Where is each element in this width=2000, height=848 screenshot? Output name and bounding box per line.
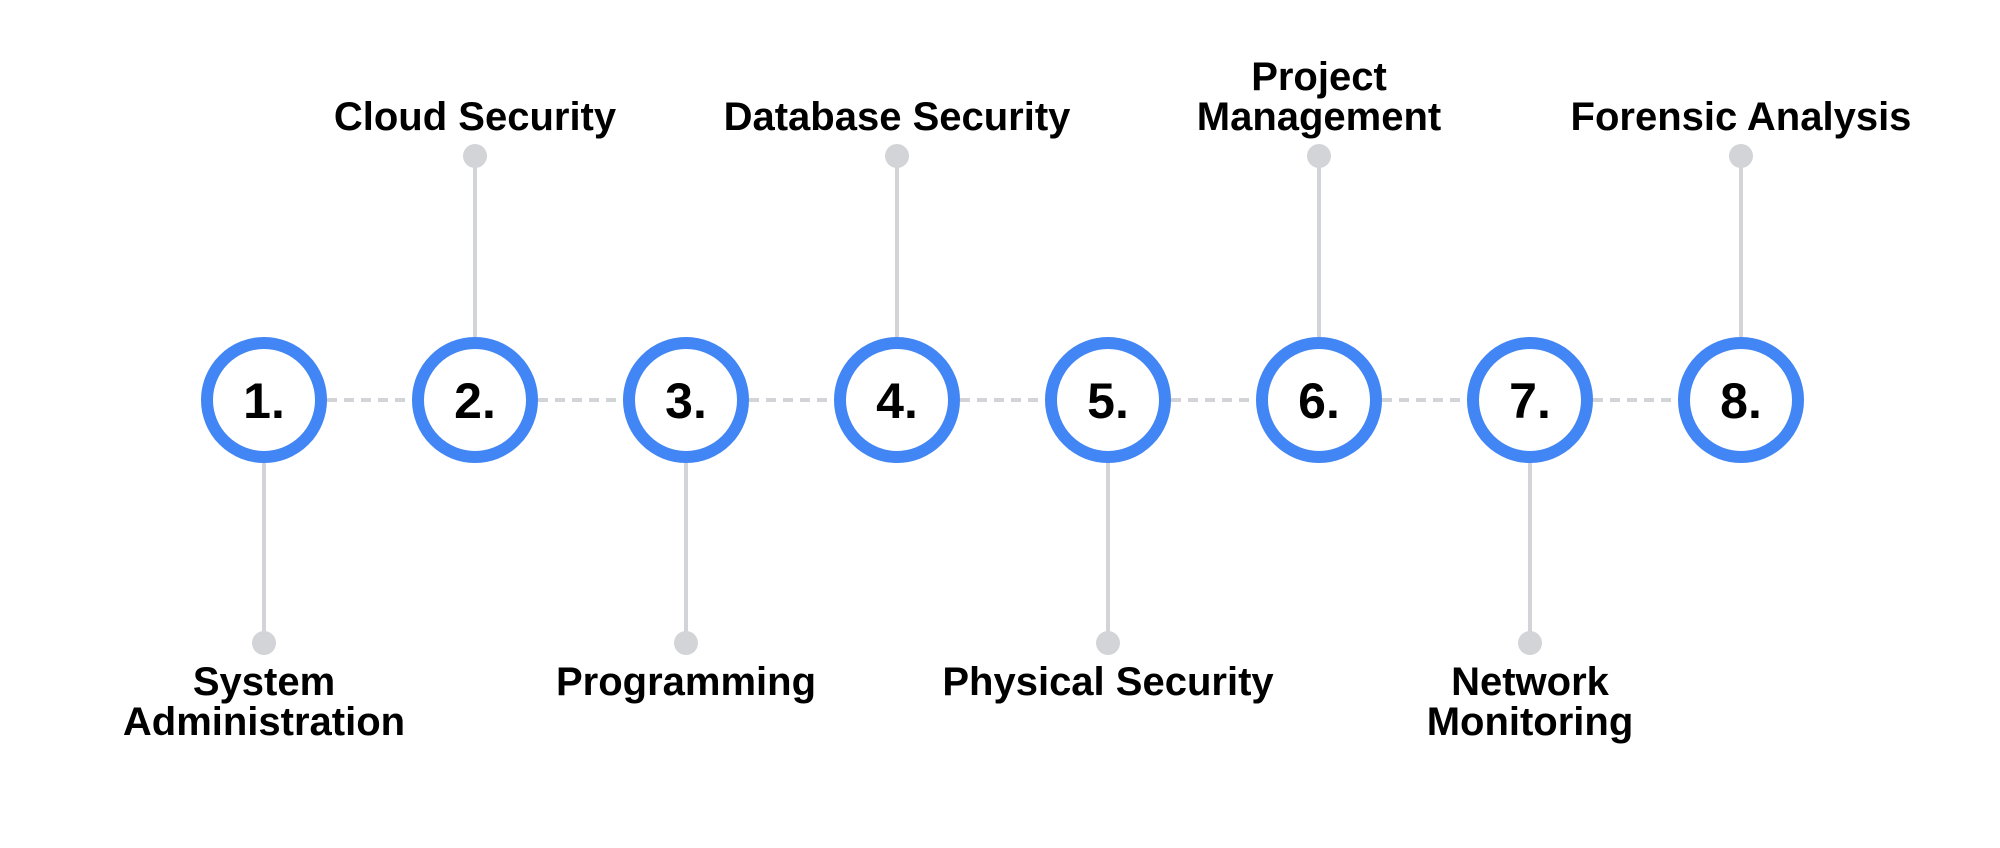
step-label: Administration — [123, 700, 405, 744]
step-label: Monitoring — [1427, 700, 1634, 744]
connector-dot-icon — [463, 144, 487, 168]
step-label: System — [193, 660, 335, 704]
step-label: Network — [1451, 660, 1610, 704]
step-number: 6. — [1298, 373, 1340, 429]
connector-dot-icon — [674, 631, 698, 655]
connector-dot-icon — [1518, 631, 1542, 655]
step-node-5: 5. — [1045, 337, 1171, 463]
step-node-4: 4. — [834, 337, 960, 463]
step-node-8: 8. — [1678, 337, 1804, 463]
step-node-2: 2. — [412, 337, 538, 463]
connector-dot-icon — [1307, 144, 1331, 168]
step-label: Cloud Security — [334, 95, 617, 139]
connector-dot-icon — [1729, 144, 1753, 168]
step-label: Forensic Analysis — [1571, 95, 1912, 139]
step-number: 4. — [876, 373, 918, 429]
step-node-1: 1. — [201, 337, 327, 463]
step-number: 8. — [1720, 373, 1762, 429]
step-number: 1. — [243, 373, 285, 429]
connector-dot-icon — [885, 144, 909, 168]
step-number: 2. — [454, 373, 496, 429]
step-node-6: 6. — [1256, 337, 1382, 463]
step-node-3: 3. — [623, 337, 749, 463]
step-label: Project — [1251, 55, 1387, 99]
step-node-7: 7. — [1467, 337, 1593, 463]
step-number: 3. — [665, 373, 707, 429]
step-label: Physical Security — [942, 660, 1274, 704]
step-number: 7. — [1509, 373, 1551, 429]
step-label: Management — [1197, 95, 1442, 139]
connector-dot-icon — [252, 631, 276, 655]
step-label: Database Security — [724, 95, 1072, 139]
connector-dot-icon — [1096, 631, 1120, 655]
skills-timeline-diagram: 1. 2. 3. 4. 5. 6. 7. 8. SystemAdministration Clo… — [123, 55, 1912, 744]
step-label: Programming — [556, 660, 816, 704]
step-number: 5. — [1087, 373, 1129, 429]
